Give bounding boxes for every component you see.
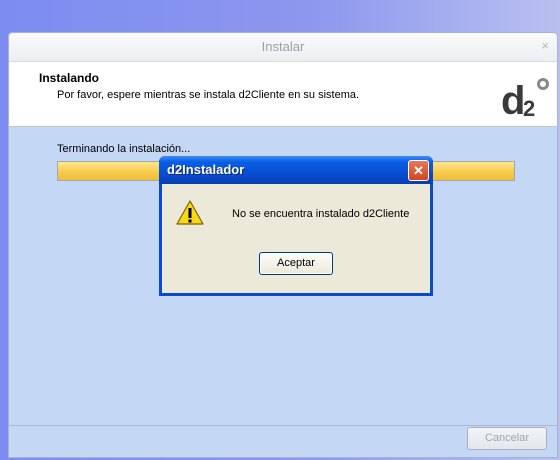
dialog-titlebar[interactable]: d2Instalador ✕ xyxy=(159,156,433,184)
error-dialog: d2Instalador ✕ No se encuentra instalado… xyxy=(159,156,433,296)
svg-text:2: 2 xyxy=(523,96,535,120)
d2-logo-icon: d 2 xyxy=(501,78,549,120)
dialog-message: No se encuentra instalado d2Cliente xyxy=(232,208,410,220)
header-subtitle: Por favor, espere mientras se instala d2… xyxy=(57,89,360,101)
window-title: Instalar xyxy=(261,39,305,54)
warning-icon xyxy=(176,200,204,225)
window-titlebar[interactable]: Instalar × xyxy=(9,33,557,62)
accept-button[interactable]: Aceptar xyxy=(259,252,333,275)
cancel-button[interactable]: Cancelar xyxy=(467,427,547,450)
header-title: Instalando xyxy=(39,71,100,85)
footer-divider xyxy=(9,425,557,426)
svg-text:d: d xyxy=(501,79,525,120)
window-close-icon[interactable]: × xyxy=(541,38,549,53)
dialog-title: d2Instalador xyxy=(167,162,245,177)
installer-header: Instalando Por favor, espere mientras se… xyxy=(9,62,557,127)
dialog-close-icon[interactable]: ✕ xyxy=(408,160,429,181)
progress-status-text: Terminando la instalación... xyxy=(57,143,191,155)
